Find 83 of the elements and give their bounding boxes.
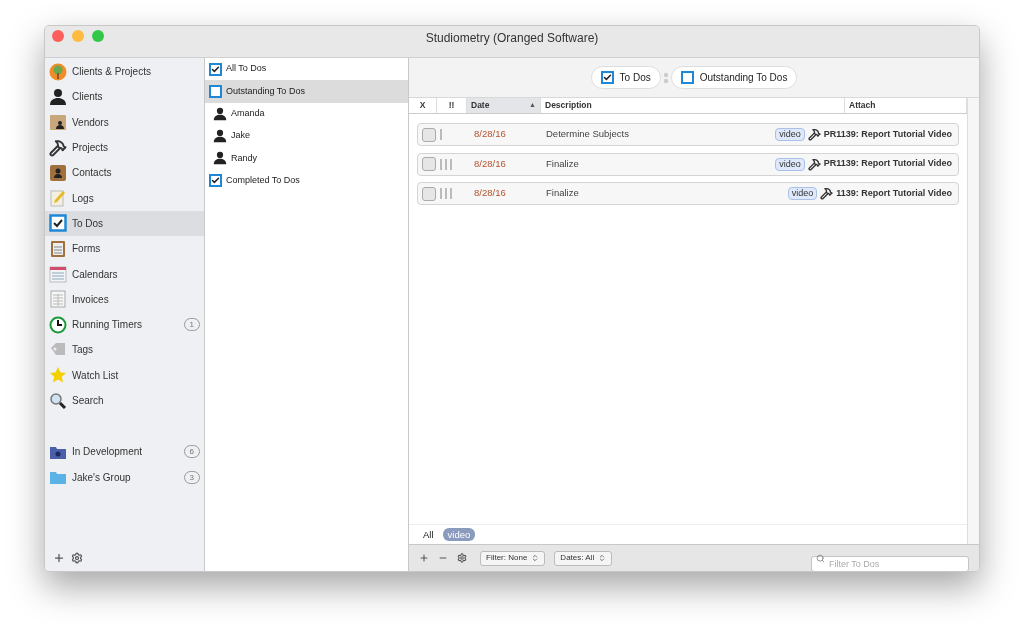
calendar-icon bbox=[49, 265, 67, 283]
group-item[interactable]: Jake's Group 3 bbox=[45, 464, 204, 490]
column-header[interactable]: X bbox=[409, 98, 437, 113]
person-icon bbox=[213, 151, 227, 166]
updown-chevron-icon bbox=[531, 554, 540, 562]
sidebar-item[interactable]: Projects bbox=[45, 134, 204, 161]
tag-chip[interactable]: video bbox=[787, 187, 818, 200]
search-field[interactable]: Filter To Dos bbox=[811, 556, 969, 571]
invoice-icon bbox=[49, 290, 67, 309]
settings-icon[interactable] bbox=[457, 553, 467, 563]
dates-dropdown[interactable]: Dates: All bbox=[554, 550, 613, 566]
updown-chevron-icon bbox=[598, 554, 607, 562]
sidebar-item[interactable]: Calendars bbox=[45, 261, 204, 287]
clipboard-icon bbox=[49, 239, 67, 258]
sidebar-item[interactable]: Tags bbox=[45, 337, 204, 363]
hammer-icon bbox=[49, 138, 67, 157]
done-checkbox[interactable] bbox=[422, 186, 436, 201]
sidebar-item[interactable]: Invoices bbox=[45, 286, 204, 312]
description-text: Determine Subjects bbox=[546, 127, 630, 142]
filter-item[interactable]: Completed To Dos bbox=[205, 169, 408, 192]
checkbox[interactable] bbox=[209, 62, 222, 76]
group-item[interactable]: In Development 6 bbox=[45, 439, 204, 465]
filter-item[interactable]: All To Dos bbox=[205, 58, 408, 81]
done-checkbox[interactable] bbox=[422, 157, 436, 171]
todo-row[interactable]: 8/28/16 Determine Subjects video PR1139: Report Tutorial Video bbox=[417, 123, 959, 146]
date-text: 8/28/16 bbox=[474, 186, 507, 201]
date-text: 8/28/16 bbox=[474, 156, 507, 171]
person-icon bbox=[213, 129, 227, 144]
settings-icon[interactable] bbox=[71, 552, 83, 564]
filter-dropdown[interactable]: Filter: None bbox=[480, 550, 546, 566]
search-icon bbox=[816, 553, 825, 563]
filter-item[interactable]: Outstanding To Dos bbox=[205, 80, 408, 103]
person-icon bbox=[213, 106, 227, 121]
breadcrumb-button[interactable]: To Dos bbox=[590, 66, 661, 89]
project-text: 1139: Report Tutorial Video bbox=[836, 186, 952, 200]
sidebar-item[interactable]: Watch List bbox=[45, 362, 204, 388]
column-header[interactable]: Attach bbox=[845, 98, 967, 113]
sidebar-item[interactable]: Vendors bbox=[45, 109, 204, 135]
sidebar-item[interactable]: Logs bbox=[45, 185, 204, 211]
tree-icon bbox=[49, 62, 67, 81]
tag-chip[interactable]: video bbox=[775, 128, 805, 141]
add-icon[interactable] bbox=[419, 553, 429, 563]
clock-icon bbox=[49, 315, 67, 334]
filter-item[interactable]: Amanda bbox=[205, 102, 408, 125]
sidebar-item[interactable]: Clients & Projects bbox=[45, 59, 204, 85]
checkbox[interactable] bbox=[680, 71, 694, 84]
description-text: Finalize bbox=[546, 156, 580, 171]
star-icon bbox=[49, 366, 67, 385]
add-icon[interactable] bbox=[53, 552, 65, 564]
sidebar-item[interactable]: Forms bbox=[45, 236, 204, 262]
checkbox-icon bbox=[49, 214, 67, 233]
checkbox[interactable] bbox=[209, 84, 222, 98]
sidebar-item[interactable]: Clients bbox=[45, 84, 204, 110]
checkbox[interactable] bbox=[209, 174, 222, 188]
hammer-icon bbox=[820, 187, 834, 200]
project-text: PR1139: Report Tutorial Video bbox=[823, 127, 952, 141]
separator-icon bbox=[662, 71, 669, 84]
column-header[interactable]: Description bbox=[541, 98, 845, 113]
box-icon bbox=[49, 113, 67, 132]
breadcrumb-button[interactable]: Outstanding To Dos bbox=[670, 66, 798, 89]
sidebar-item[interactable]: Contacts bbox=[45, 160, 204, 186]
done-checkbox[interactable] bbox=[422, 127, 436, 142]
close-button[interactable] bbox=[52, 30, 64, 42]
sidebar-item[interactable]: Running Timers 1 bbox=[45, 311, 204, 338]
hammer-icon bbox=[807, 157, 821, 171]
tag-chip[interactable]: video bbox=[775, 157, 805, 171]
contact-card-icon bbox=[49, 163, 67, 182]
filter-item[interactable]: Randy bbox=[205, 147, 408, 170]
sidebar-item[interactable]: Search bbox=[45, 387, 204, 414]
person-icon bbox=[49, 87, 67, 106]
sidebar-item[interactable]: To Dos bbox=[45, 210, 204, 237]
project-text: PR1139: Report Tutorial Video bbox=[823, 157, 952, 171]
todo-row[interactable]: 8/28/16 Finalize video 1139: Report Tutorial Video bbox=[417, 182, 959, 205]
window-title: Studiometry (Oranged Software) bbox=[425, 29, 599, 47]
magnifier-icon bbox=[49, 391, 67, 410]
date-text: 8/28/16 bbox=[474, 127, 507, 142]
tag-filter[interactable]: All bbox=[418, 528, 439, 541]
notepad-pencil-icon bbox=[49, 189, 67, 208]
checkbox[interactable] bbox=[600, 71, 614, 84]
description-text: Finalize bbox=[546, 186, 580, 201]
todo-row[interactable]: 8/28/16 Finalize video PR1139: Report Tutorial Video bbox=[417, 152, 959, 176]
filter-item[interactable]: Jake bbox=[205, 124, 408, 148]
hammer-icon bbox=[807, 128, 821, 141]
